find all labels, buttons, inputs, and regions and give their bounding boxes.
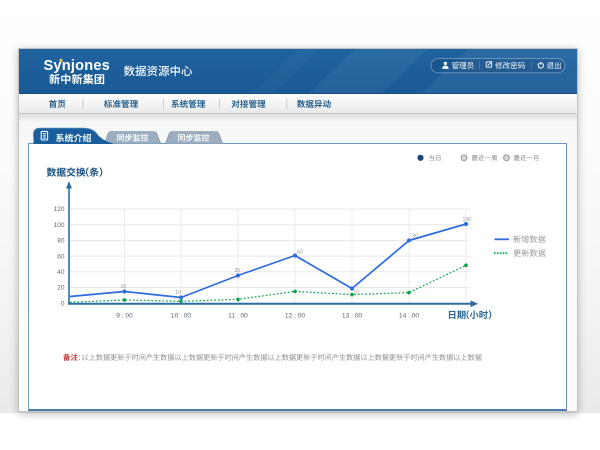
svg-text:100: 100	[54, 222, 65, 229]
svg-text:18: 18	[121, 284, 127, 290]
svg-text:100: 100	[463, 217, 472, 223]
svg-text:20: 20	[57, 285, 65, 292]
svg-text:120: 120	[54, 206, 65, 213]
svg-text:35: 35	[235, 268, 241, 274]
svg-text:60: 60	[57, 253, 65, 260]
svg-text:11 : 00: 11 : 00	[228, 313, 248, 320]
svg-text:13 : 00: 13 : 00	[342, 313, 362, 320]
svg-text:10 : 00: 10 : 00	[171, 313, 191, 320]
svg-text:14 : 00: 14 : 00	[399, 313, 419, 320]
svg-text:0: 0	[61, 300, 65, 307]
svg-text:10: 10	[354, 290, 360, 296]
svg-text:10: 10	[175, 290, 181, 296]
svg-text:60: 60	[297, 250, 303, 256]
svg-text:80: 80	[57, 238, 65, 245]
svg-text:80: 80	[412, 234, 418, 240]
svg-text:12 : 00: 12 : 00	[285, 313, 305, 320]
svg-text:Synjones: Synjones	[44, 58, 110, 74]
svg-text:40: 40	[57, 269, 65, 276]
svg-text:9 : 00: 9 : 00	[116, 313, 133, 320]
